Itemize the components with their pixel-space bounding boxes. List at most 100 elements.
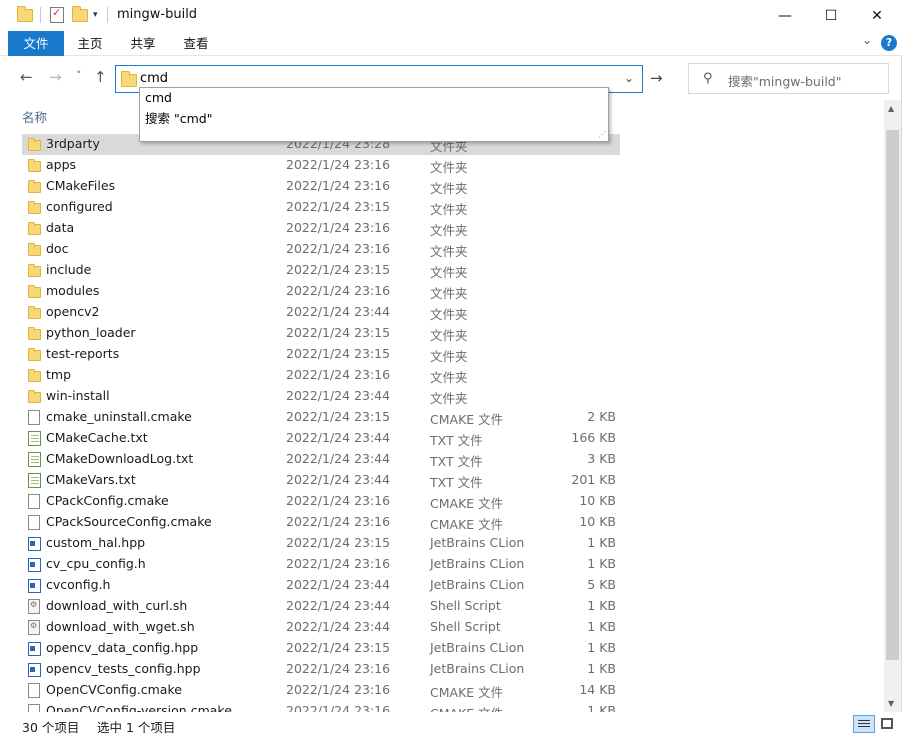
file-row[interactable]: OpenCVConfig-version.cmake 2022/1/24 23:1… [22, 701, 620, 712]
scroll-up-icon[interactable]: ▲ [888, 104, 894, 113]
file-row[interactable]: cv_cpu_config.h 2022/1/24 23:16 JetBrains … [22, 554, 620, 575]
up-button[interactable]: ↑ [94, 68, 107, 86]
document-icon [28, 494, 40, 509]
header-file-icon [28, 663, 41, 677]
file-type: 文件夹 [430, 307, 468, 322]
recent-locations-button[interactable]: ˅ [76, 69, 82, 82]
file-type: Shell Script [430, 619, 501, 634]
file-row[interactable]: win-install 2022/1/24 23:44 文件夹 [22, 386, 620, 407]
close-button[interactable]: ✕ [854, 0, 900, 31]
text-file-icon [28, 431, 41, 446]
file-list: 3rdparty 2022/1/24 23:28 文件夹 apps 2022/1/24 … [0, 134, 884, 712]
search-box[interactable]: ⚲ 搜索"mingw-build" [688, 63, 889, 94]
tab-share[interactable]: 共享 [121, 31, 165, 56]
file-name: include [46, 262, 92, 277]
shell-script-icon [28, 620, 40, 635]
tab-file[interactable]: 文件 [8, 31, 64, 56]
large-icons-view-button[interactable] [877, 715, 899, 733]
folder-icon [28, 390, 41, 403]
maximize-button[interactable]: ☐ [808, 0, 854, 31]
file-date: 2022/1/24 23:15 [286, 346, 391, 361]
file-row[interactable]: cvconfig.h 2022/1/24 23:44 JetBrains CLion… [22, 575, 620, 596]
file-row[interactable]: doc 2022/1/24 23:16 文件夹 [22, 239, 620, 260]
file-type: CMAKE 文件 [430, 412, 504, 427]
properties-icon[interactable] [50, 6, 64, 24]
file-date: 2022/1/24 23:16 [286, 178, 391, 193]
file-row[interactable]: opencv2 2022/1/24 23:44 文件夹 [22, 302, 620, 323]
forward-button[interactable]: → [49, 68, 62, 86]
file-date: 2022/1/24 23:44 [286, 472, 391, 487]
header-file-icon [28, 579, 41, 593]
file-date: 2022/1/24 23:44 [286, 451, 391, 466]
header-file-icon [28, 558, 41, 572]
file-row[interactable]: CMakeFiles 2022/1/24 23:16 文件夹 [22, 176, 620, 197]
file-row[interactable]: data 2022/1/24 23:16 文件夹 [22, 218, 620, 239]
column-header-name[interactable]: 名称 [22, 107, 47, 126]
file-row[interactable]: download_with_curl.sh 2022/1/24 23:44 Shel… [22, 596, 620, 617]
item-count: 30 个项目 [22, 720, 80, 735]
file-type: 文件夹 [430, 286, 468, 301]
file-row[interactable]: python_loader 2022/1/24 23:15 文件夹 [22, 323, 620, 344]
file-type: JetBrains CLion [430, 640, 525, 655]
resize-grip-icon[interactable]: ⋰ [598, 130, 606, 139]
details-view-button[interactable] [853, 715, 875, 733]
file-row[interactable]: opencv_tests_config.hpp 2022/1/24 23:16 Je… [22, 659, 620, 680]
address-dropdown-icon[interactable]: ⌄ [624, 71, 634, 85]
file-date: 2022/1/24 23:44 [286, 598, 391, 613]
file-name: test-reports [46, 346, 120, 361]
file-size: 1 KB [587, 598, 616, 613]
file-name: CMakeCache.txt [46, 430, 148, 445]
folder-icon [28, 327, 41, 340]
help-icon[interactable]: ? [881, 35, 897, 51]
text-file-icon [28, 452, 41, 467]
file-row[interactable]: CPackConfig.cmake 2022/1/24 23:16 CMAKE 文件… [22, 491, 620, 512]
file-row[interactable]: cmake_uninstall.cmake 2022/1/24 23:15 CMAK… [22, 407, 620, 428]
file-row[interactable]: test-reports 2022/1/24 23:15 文件夹 [22, 344, 620, 365]
file-row[interactable]: tmp 2022/1/24 23:16 文件夹 [22, 365, 620, 386]
file-row[interactable]: apps 2022/1/24 23:16 文件夹 [22, 155, 620, 176]
file-row[interactable]: opencv_data_config.hpp 2022/1/24 23:15 Jet… [22, 638, 620, 659]
file-name: cmake_uninstall.cmake [46, 409, 192, 424]
file-type: 文件夹 [430, 328, 468, 343]
file-row[interactable]: custom_hal.hpp 2022/1/24 23:15 JetBrains C… [22, 533, 620, 554]
document-icon [28, 515, 40, 530]
file-row[interactable]: download_with_wget.sh 2022/1/24 23:44 Shel… [22, 617, 620, 638]
file-size: 10 KB [579, 514, 616, 529]
back-button[interactable]: ← [20, 68, 33, 86]
file-row[interactable]: modules 2022/1/24 23:16 文件夹 [22, 281, 620, 302]
file-row[interactable]: configured 2022/1/24 23:15 文件夹 [22, 197, 620, 218]
file-row[interactable]: CMakeCache.txt 2022/1/24 23:44 TXT 文件 166 K… [22, 428, 620, 449]
file-type: CMAKE 文件 [430, 685, 504, 700]
file-name: win-install [46, 388, 110, 403]
customize-quick-access-icon[interactable]: ▾ [93, 6, 98, 24]
scrollbar-thumb[interactable] [886, 130, 899, 660]
vertical-scrollbar[interactable]: ▲ ▼ [884, 100, 901, 712]
file-row[interactable]: include 2022/1/24 23:15 文件夹 [22, 260, 620, 281]
file-row[interactable]: CPackSourceConfig.cmake 2022/1/24 23:16 CM… [22, 512, 620, 533]
file-size: 1 KB [587, 661, 616, 676]
folder-icon [28, 243, 41, 256]
shell-script-icon [28, 599, 40, 614]
autocomplete-item[interactable]: 搜索 "cmd" [145, 108, 212, 127]
file-size: 10 KB [579, 493, 616, 508]
expand-ribbon-icon[interactable]: ⌄ [862, 33, 872, 47]
scroll-down-icon[interactable]: ▼ [888, 699, 894, 708]
minimize-button[interactable]: — [762, 0, 808, 31]
search-input[interactable]: 搜索"mingw-build" [728, 71, 841, 90]
new-folder-icon[interactable] [72, 5, 88, 24]
title-separator [107, 6, 108, 24]
tab-home[interactable]: 主页 [68, 31, 112, 56]
file-row[interactable]: CMakeDownloadLog.txt 2022/1/24 23:44 TXT 文… [22, 449, 620, 470]
autocomplete-item[interactable]: cmd [145, 90, 172, 105]
go-button[interactable]: → [650, 69, 663, 87]
file-date: 2022/1/24 23:15 [286, 409, 391, 424]
document-icon [28, 704, 40, 712]
tab-view[interactable]: 查看 [174, 31, 218, 56]
file-row[interactable]: OpenCVConfig.cmake 2022/1/24 23:16 CMAKE 文… [22, 680, 620, 701]
address-input[interactable]: cmd [140, 71, 168, 86]
file-date: 2022/1/24 23:15 [286, 199, 391, 214]
file-type: 文件夹 [430, 391, 468, 406]
file-row[interactable]: CMakeVars.txt 2022/1/24 23:44 TXT 文件 201 KB [22, 470, 620, 491]
file-type: 文件夹 [430, 349, 468, 364]
file-type: TXT 文件 [430, 475, 483, 490]
